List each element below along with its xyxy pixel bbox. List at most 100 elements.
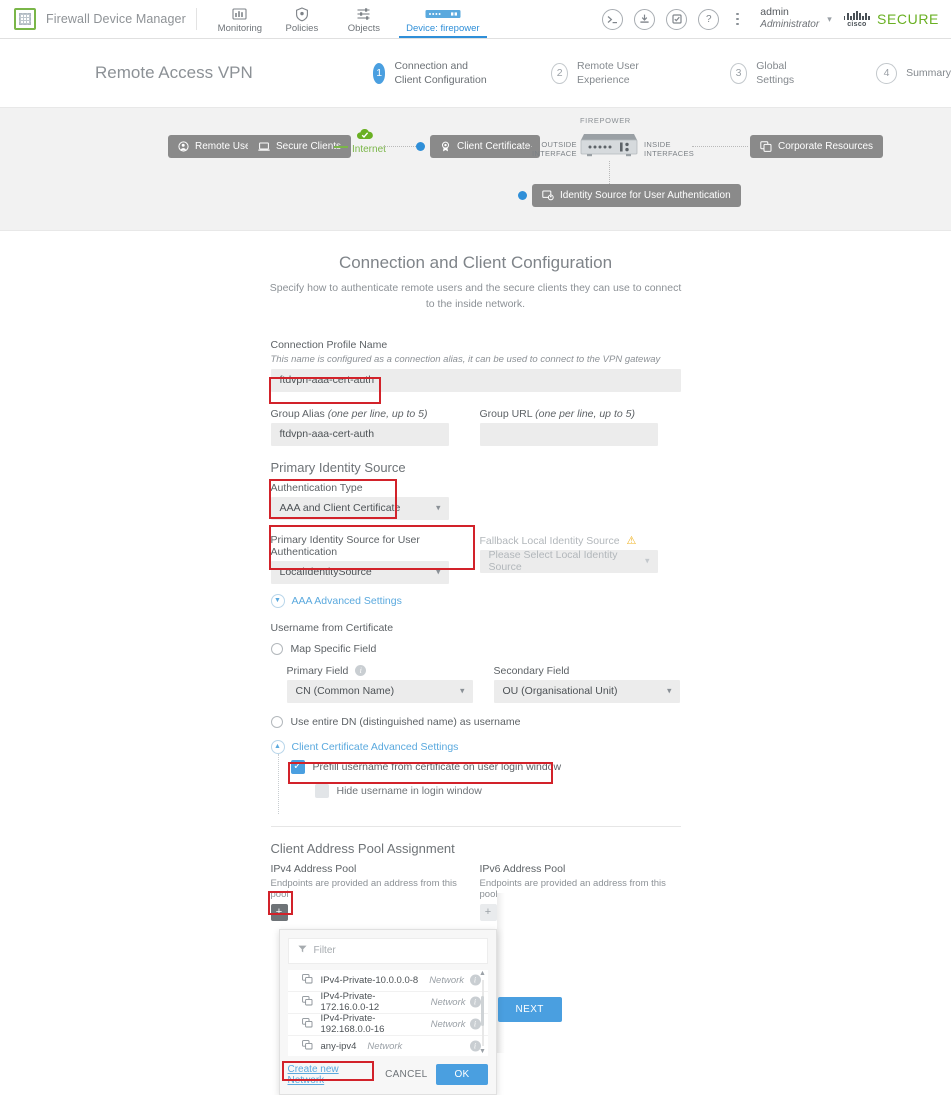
address-pool-title: Client Address Pool Assignment xyxy=(270,840,455,856)
connection-profile-input[interactable]: ftdvpn-aaa-cert-auth xyxy=(270,368,681,392)
create-new-network-link[interactable]: Create new Network xyxy=(288,1064,377,1086)
wizard-steps: 1 Connection and Client Configuration 2 … xyxy=(372,59,951,87)
wizard-step-2[interactable]: 2 Remote User Experience xyxy=(551,59,668,87)
primary-identity-source-select[interactable]: LocalIdentitySource ▾ xyxy=(270,560,449,584)
deploy-icon[interactable] xyxy=(634,8,656,30)
cancel-button[interactable]: CANCEL xyxy=(376,1064,436,1085)
device-appliance-icon xyxy=(425,7,461,22)
cisco-bridge-icon: cisco xyxy=(843,10,871,28)
radio-label: Map Specific Field xyxy=(290,642,377,655)
radio-map-specific-field[interactable]: Map Specific Field xyxy=(270,642,681,655)
fallback-identity-source-label: Fallback Local Identity Source ⚠ xyxy=(479,534,637,547)
radio-entire-dn[interactable]: Use entire DN (distinguished name) as us… xyxy=(270,715,681,728)
group-alias-input[interactable]: ftdvpn-aaa-cert-auth xyxy=(270,422,449,446)
dotted-connector xyxy=(518,146,532,147)
dotted-connector xyxy=(384,146,416,147)
inside-interfaces-label: INSIDE INTERFACES xyxy=(644,140,695,159)
nav-item-monitoring[interactable]: Monitoring xyxy=(209,0,271,38)
aaa-advanced-settings-toggle[interactable]: ▼ AAA Advanced Settings xyxy=(270,593,681,608)
secondary-field-select[interactable]: OU (Organisational Unit) ▾ xyxy=(493,679,680,703)
secondary-field-value: OU (Organisational Unit) xyxy=(502,685,618,697)
dropdown-scrollbar[interactable]: ▲ ▼ xyxy=(479,970,487,1056)
dropdown-list: IPv4-Private-10.0.0.0-8 Network i IPv4-P… xyxy=(287,969,488,1056)
step-number: 4 xyxy=(876,62,898,84)
primary-identity-source-label: Primary Identity Source for User Authent… xyxy=(270,533,420,558)
fallback-identity-source-placeholder: Please Select Local Identity Source xyxy=(488,549,618,573)
step-label: Connection and Client Configuration xyxy=(394,59,487,86)
cli-console-icon[interactable] xyxy=(602,8,624,30)
radio-button xyxy=(270,715,283,728)
more-options-icon[interactable] xyxy=(730,12,744,26)
list-item-type: Network xyxy=(430,1018,466,1030)
outside-interface-label: OUTSIDE INTERFACE xyxy=(532,140,577,159)
authentication-type-group: Authentication Type AAA and Client Certi… xyxy=(270,482,681,520)
ipv6-pool-add-button[interactable]: + xyxy=(479,903,497,921)
tasks-icon[interactable] xyxy=(666,8,688,30)
primary-field-value: CN (Common Name) xyxy=(295,685,395,697)
header-actions: ? xyxy=(602,0,750,38)
node-label: Secure Clients xyxy=(276,141,342,152)
nav-item-device[interactable]: Device: firepower xyxy=(395,0,491,38)
scroll-up-icon[interactable]: ▲ xyxy=(479,970,487,978)
list-item[interactable]: IPv4-Private-172.16.0.0-12 Network i xyxy=(287,991,488,1014)
list-item-name: IPv4-Private-172.16.0.0-12 xyxy=(320,991,380,1013)
group-url-input[interactable] xyxy=(479,422,658,446)
info-icon[interactable]: i xyxy=(355,665,367,677)
nav-item-objects[interactable]: Objects xyxy=(333,0,395,38)
main-navigation: Monitoring Policies Objects Device: fire… xyxy=(209,0,491,38)
scroll-down-icon[interactable]: ▼ xyxy=(479,1048,487,1056)
chevron-down-icon: ▾ xyxy=(827,13,832,24)
chevron-down-icon: ▾ xyxy=(435,566,441,577)
username-from-certificate-group: Username from Certificate Map Specific F… xyxy=(270,622,681,728)
chevron-down-icon: ▾ xyxy=(459,685,465,696)
network-object-icon xyxy=(301,995,313,1009)
laptop-icon xyxy=(258,142,270,152)
monitoring-icon xyxy=(232,7,247,22)
filter-icon xyxy=(297,945,307,956)
hide-username-checkbox-row[interactable]: Hide username in login window xyxy=(314,783,681,798)
diagram-node-corporate-resources[interactable]: Corporate Resources xyxy=(750,135,884,158)
primary-field-select[interactable]: CN (Common Name) ▾ xyxy=(286,679,473,703)
resources-icon xyxy=(760,141,772,152)
list-item[interactable]: IPv4-Private-10.0.0.0-8 Network i xyxy=(287,970,488,992)
secondary-field-group: Secondary Field OU (Organisational Unit)… xyxy=(493,665,681,703)
identity-source-icon xyxy=(542,190,554,201)
user-menu[interactable]: admin Administrator ▾ xyxy=(750,0,835,38)
scroll-thumb[interactable] xyxy=(480,995,484,1026)
policies-shield-icon xyxy=(295,6,309,22)
client-certificate-advanced-block: ▲ Client Certificate Advanced Settings ✓… xyxy=(270,739,681,814)
client-cert-advanced-toggle[interactable]: ▲ Client Certificate Advanced Settings xyxy=(270,739,681,754)
brand: Firewall Device Manager xyxy=(0,0,196,38)
diagram-node-identity-source[interactable]: Identity Source for User Authentication xyxy=(532,184,741,207)
list-item-type: Network xyxy=(367,1040,403,1052)
dropdown-filter-input[interactable]: Filter xyxy=(287,937,488,964)
wizard-step-3[interactable]: 3 Global Settings xyxy=(729,59,814,87)
list-item[interactable]: IPv4-Private-192.168.0.0-16 Network i xyxy=(287,1013,488,1036)
main-content: Connection and Client Configuration Spec… xyxy=(0,231,951,1095)
next-button[interactable]: NEXT xyxy=(497,996,562,1022)
ipv4-pool-hint: Endpoints are provided an address from t… xyxy=(270,877,457,900)
cisco-wordmark: cisco xyxy=(847,20,867,28)
wizard-step-1[interactable]: 1 Connection and Client Configuration xyxy=(372,59,490,87)
list-item[interactable]: any-ipv4 Network i xyxy=(288,1036,488,1056)
authentication-type-select[interactable]: AAA and Client Certificate ▾ xyxy=(270,496,449,520)
vpn-topology-diagram: Remote Users Secure Clients Internet Cli… xyxy=(0,107,951,231)
chevron-down-icon: ▼ xyxy=(270,593,285,608)
primary-field-label: Primary Field i xyxy=(287,665,474,677)
identity-source-row: Primary Identity Source for User Authent… xyxy=(270,533,681,584)
connection-point-dot xyxy=(518,191,527,200)
list-item-name: any-ipv4 xyxy=(320,1040,357,1052)
help-icon[interactable]: ? xyxy=(698,8,720,30)
form-body: Connection Profile Name This name is con… xyxy=(267,339,681,1095)
ipv4-pool-add-button[interactable]: + xyxy=(270,903,288,921)
connection-point-dot xyxy=(416,142,425,151)
ipv6-pool-hint: Endpoints are provided an address from t… xyxy=(479,877,666,900)
primary-identity-source-value: LocalIdentitySource xyxy=(279,566,372,578)
wizard-step-4[interactable]: 4 Summary xyxy=(876,62,951,84)
firepower-label: FIREPOWER xyxy=(580,116,631,125)
ok-button[interactable]: OK xyxy=(436,1064,488,1085)
prefill-username-checkbox-row[interactable]: ✓ Prefill username from certificate on u… xyxy=(290,759,681,774)
fallback-identity-source-select[interactable]: Please Select Local Identity Source ▾ xyxy=(479,549,658,573)
nav-item-policies[interactable]: Policies xyxy=(271,0,333,38)
connection-profile-group: Connection Profile Name This name is con… xyxy=(270,339,681,392)
